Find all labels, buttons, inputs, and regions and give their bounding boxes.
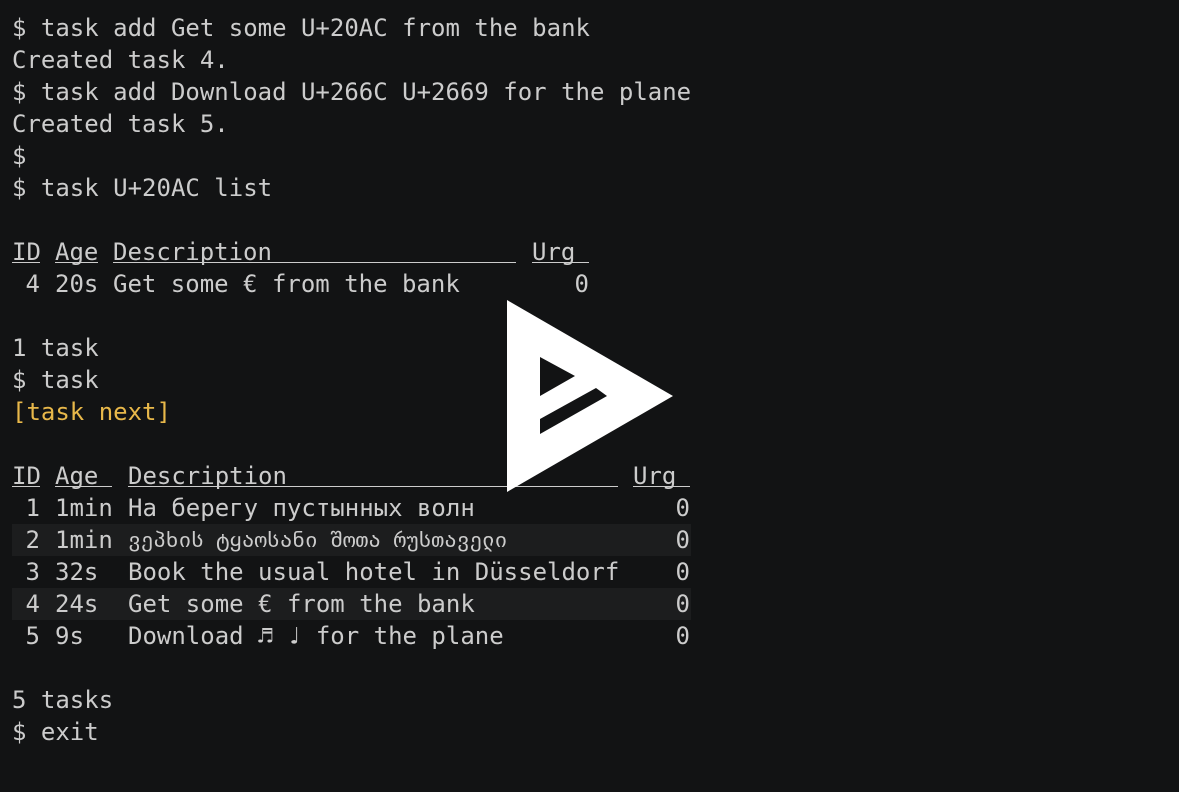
cell-age: 9s [55,622,84,650]
column-header-age: Age [55,460,112,490]
play-icon [507,300,673,492]
cell-id: 3 [25,558,40,586]
table-row: 1 1min На берегу пустынных волн 0 [12,492,691,524]
list-table-header: ID Age Description Urg [12,236,612,268]
table-row: 4 20s Get some € from the bank 0 [12,268,612,300]
table-row: 2 1min ვეპხის ტყაოსანი შოთა რუსთაველი 0 [12,524,691,556]
column-header-id: ID [12,462,41,490]
column-header-urg: Urg [532,236,589,266]
terminal-window: $ task add Get some U+20AC from the bank… [0,0,1179,792]
column-header-age: Age [55,238,99,266]
cell-id: 1 [25,494,40,522]
cell-age: 1min [55,494,113,522]
terminal-prompt: $ [12,142,27,170]
task-report-label: [task next] [12,398,171,426]
cell-age: 32s [55,558,99,586]
cell-id: 5 [25,622,40,650]
terminal-line: 5 tasks [12,686,114,714]
terminal-line: Created task 4. [12,46,229,74]
column-header-description: Description [113,236,516,266]
cell-age: 1min [55,526,113,554]
cell-age: 24s [55,590,99,618]
terminal-line: $ task U+20AC list [12,174,273,202]
terminal-line: $ task add Get some U+20AC from the bank [12,14,590,42]
cell-urg: 0 [574,270,589,298]
cell-description: Get some € from the bank [128,590,475,618]
terminal-line: Created task 5. [12,110,229,138]
terminal-line: 1 task [12,334,99,362]
cell-description: Book the usual hotel in Düsseldorf [128,558,620,586]
table-row: 5 9s Download ♬ ♩ for the plane 0 [12,620,691,652]
cell-description: Get some € from the bank [113,270,460,298]
cell-description: Download ♬ ♩ for the plane [128,622,504,650]
cell-urg: 0 [675,622,690,650]
cell-urg: 0 [675,590,690,618]
cell-age: 20s [55,270,99,298]
table-row: 4 24s Get some € from the bank 0 [12,588,691,620]
cell-description: На берегу пустынных волн [128,494,475,522]
cell-urg: 0 [675,558,690,586]
cell-urg: 0 [675,526,690,554]
cell-id: 4 [25,590,40,618]
cell-id: 2 [25,526,40,554]
table-row: 3 32s Book the usual hotel in Düsseldorf… [12,556,691,588]
terminal-line: $ task add Download U+266C U+2669 for th… [12,78,692,106]
cell-urg: 0 [675,494,690,522]
play-button[interactable] [506,299,676,494]
column-header-id: ID [12,238,41,266]
terminal-line: $ exit [12,718,99,746]
cell-description: ვეპხის ტყაოსანი შოთა რუსთაველი [128,528,508,552]
terminal-line: $ task [12,366,99,394]
cell-id: 4 [25,270,40,298]
